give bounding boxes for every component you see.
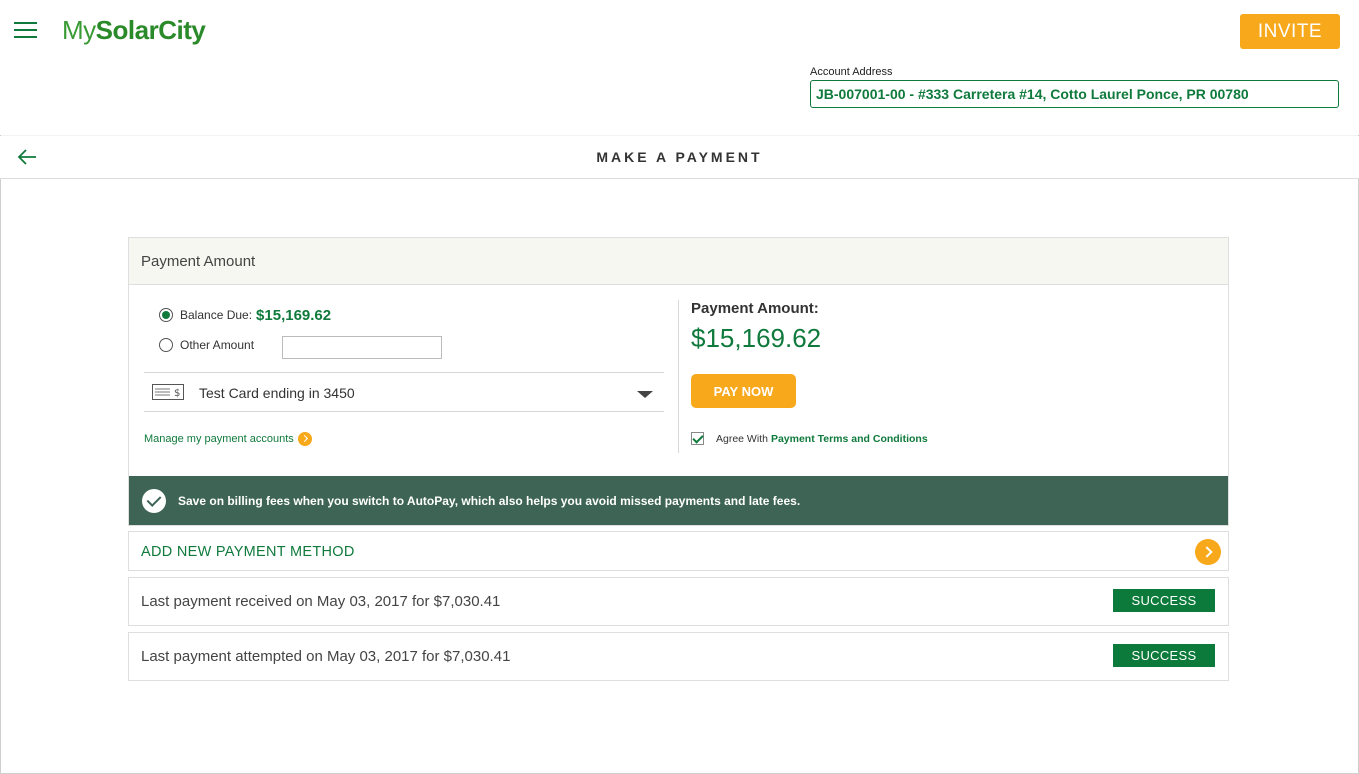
agree-terms-checkbox[interactable] xyxy=(691,432,704,445)
logo-text-bold: SolarCity xyxy=(95,15,206,45)
logo-text-light: My xyxy=(62,15,96,45)
last-payment-attempted-text: Last payment attempted on May 03, 2017 f… xyxy=(141,648,511,665)
chevron-right-icon xyxy=(297,432,312,446)
menu-icon[interactable] xyxy=(14,22,39,42)
invite-button[interactable]: INVITE xyxy=(1240,14,1340,49)
account-address-label: Account Address xyxy=(810,66,893,78)
last-payment-received-row: Last payment received on May 03, 2017 fo… xyxy=(128,577,1229,626)
logo[interactable]: MySolarCity xyxy=(62,15,206,46)
payment-summary: Payment Amount: $15,169.62 PAY NOW Agree… xyxy=(691,300,1191,445)
top-header: MySolarCity INVITE Account Address JB-00… xyxy=(0,0,1359,135)
pay-now-button[interactable]: PAY NOW xyxy=(691,374,796,408)
column-divider xyxy=(678,300,679,453)
last-payment-received-text: Last payment received on May 03, 2017 fo… xyxy=(141,593,501,610)
other-amount-label: Other Amount xyxy=(180,338,255,352)
other-amount-input[interactable] xyxy=(282,336,442,359)
payment-amount-header: Payment Amount xyxy=(129,238,1228,285)
other-amount-radio[interactable] xyxy=(159,338,173,352)
balance-due-amount: $15,169.62 xyxy=(256,306,332,324)
balance-due-label: Balance Due: xyxy=(180,308,253,322)
agree-with-label: Agree With xyxy=(716,432,768,445)
chevron-right-icon[interactable] xyxy=(1195,539,1221,565)
autopay-message: Save on billing fees when you switch to … xyxy=(178,493,801,508)
selected-card-label: Test Card ending in 3450 xyxy=(199,385,355,401)
card-icon: $ xyxy=(152,384,184,400)
payment-card-select[interactable]: $ Test Card ending in 3450 xyxy=(144,372,664,412)
page-title: MAKE A PAYMENT xyxy=(596,149,763,165)
payment-card: Payment Amount Balance Due: $15,169.62 O… xyxy=(128,237,1229,526)
add-payment-method-row[interactable]: ADD NEW PAYMENT METHOD xyxy=(128,531,1229,571)
payment-options: Balance Due: $15,169.62 Other Amount $ T… xyxy=(144,300,664,446)
payment-amount-value: $15,169.62 xyxy=(691,323,822,353)
manage-payment-accounts-link[interactable]: Manage my payment accounts xyxy=(144,432,312,446)
status-badge: SUCCESS xyxy=(1113,644,1215,667)
payment-amount-label: Payment Amount: xyxy=(691,300,819,317)
autopay-banner: Save on billing fees when you switch to … xyxy=(129,476,1228,525)
terms-agreement: Agree With Payment Terms and Conditions xyxy=(691,432,928,445)
add-payment-method-label: ADD NEW PAYMENT METHOD xyxy=(141,544,355,560)
chevron-down-icon[interactable] xyxy=(637,391,653,398)
last-payment-attempted-row: Last payment attempted on May 03, 2017 f… xyxy=(128,632,1229,681)
terms-conditions-link[interactable]: Payment Terms and Conditions xyxy=(771,433,928,445)
svg-text:$: $ xyxy=(174,388,180,399)
manage-payment-accounts-label: Manage my payment accounts xyxy=(144,433,294,445)
check-circle-icon xyxy=(142,488,166,513)
balance-due-radio[interactable] xyxy=(159,308,173,322)
account-address-select[interactable]: JB-007001-00 - #333 Carretera #14, Cotto… xyxy=(810,80,1339,108)
status-badge: SUCCESS xyxy=(1113,589,1215,612)
page-titlebar: MAKE A PAYMENT xyxy=(0,136,1359,179)
balance-due-option[interactable]: Balance Due: $15,169.62 xyxy=(144,300,664,330)
